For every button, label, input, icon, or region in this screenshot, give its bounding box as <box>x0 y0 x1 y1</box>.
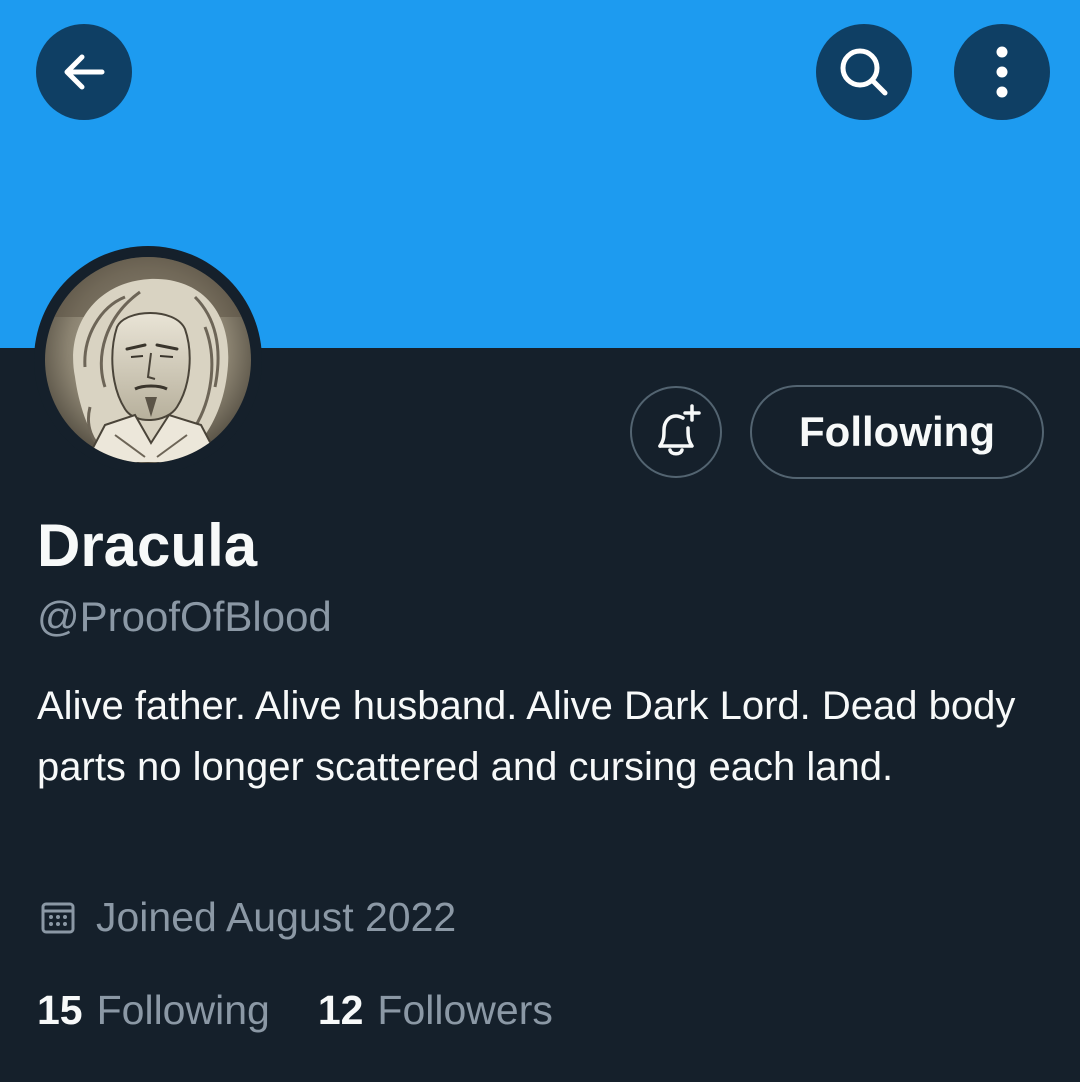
profile-page: Following Dracula @ProofOfBlood Alive fa… <box>0 0 1080 1082</box>
user-handle: @ProofOfBlood <box>37 593 332 640</box>
calendar-icon <box>38 897 78 937</box>
followers-count: 12 <box>317 987 364 1033</box>
avatar-frame <box>34 246 262 474</box>
avatar[interactable] <box>45 257 251 463</box>
back-button[interactable] <box>36 24 132 120</box>
followers-label: Followers <box>377 987 553 1033</box>
follow-stats: 15 Following 12 Followers <box>37 982 553 1038</box>
joined-text: Joined August 2022 <box>96 894 457 940</box>
joined-date: Joined August 2022 <box>38 890 456 944</box>
following-count: 15 <box>37 987 83 1033</box>
profile-bio: Alive father. Alive husband. Alive Dark … <box>37 684 1016 789</box>
more-options-button[interactable] <box>954 24 1050 120</box>
following-stat-link[interactable]: 15 Following <box>37 982 270 1038</box>
more-vertical-icon <box>996 46 1008 98</box>
search-button[interactable] <box>816 24 912 120</box>
search-icon <box>840 48 888 96</box>
bell-plus-icon <box>658 404 701 456</box>
display-name: Dracula <box>37 512 258 579</box>
arrow-left-icon <box>64 54 105 90</box>
following-label: Following <box>96 987 270 1033</box>
notifications-button[interactable] <box>630 386 722 478</box>
following-button[interactable]: Following <box>750 385 1044 479</box>
avatar-illustration <box>45 257 251 463</box>
followers-stat-link[interactable]: 12 Followers <box>318 982 553 1038</box>
